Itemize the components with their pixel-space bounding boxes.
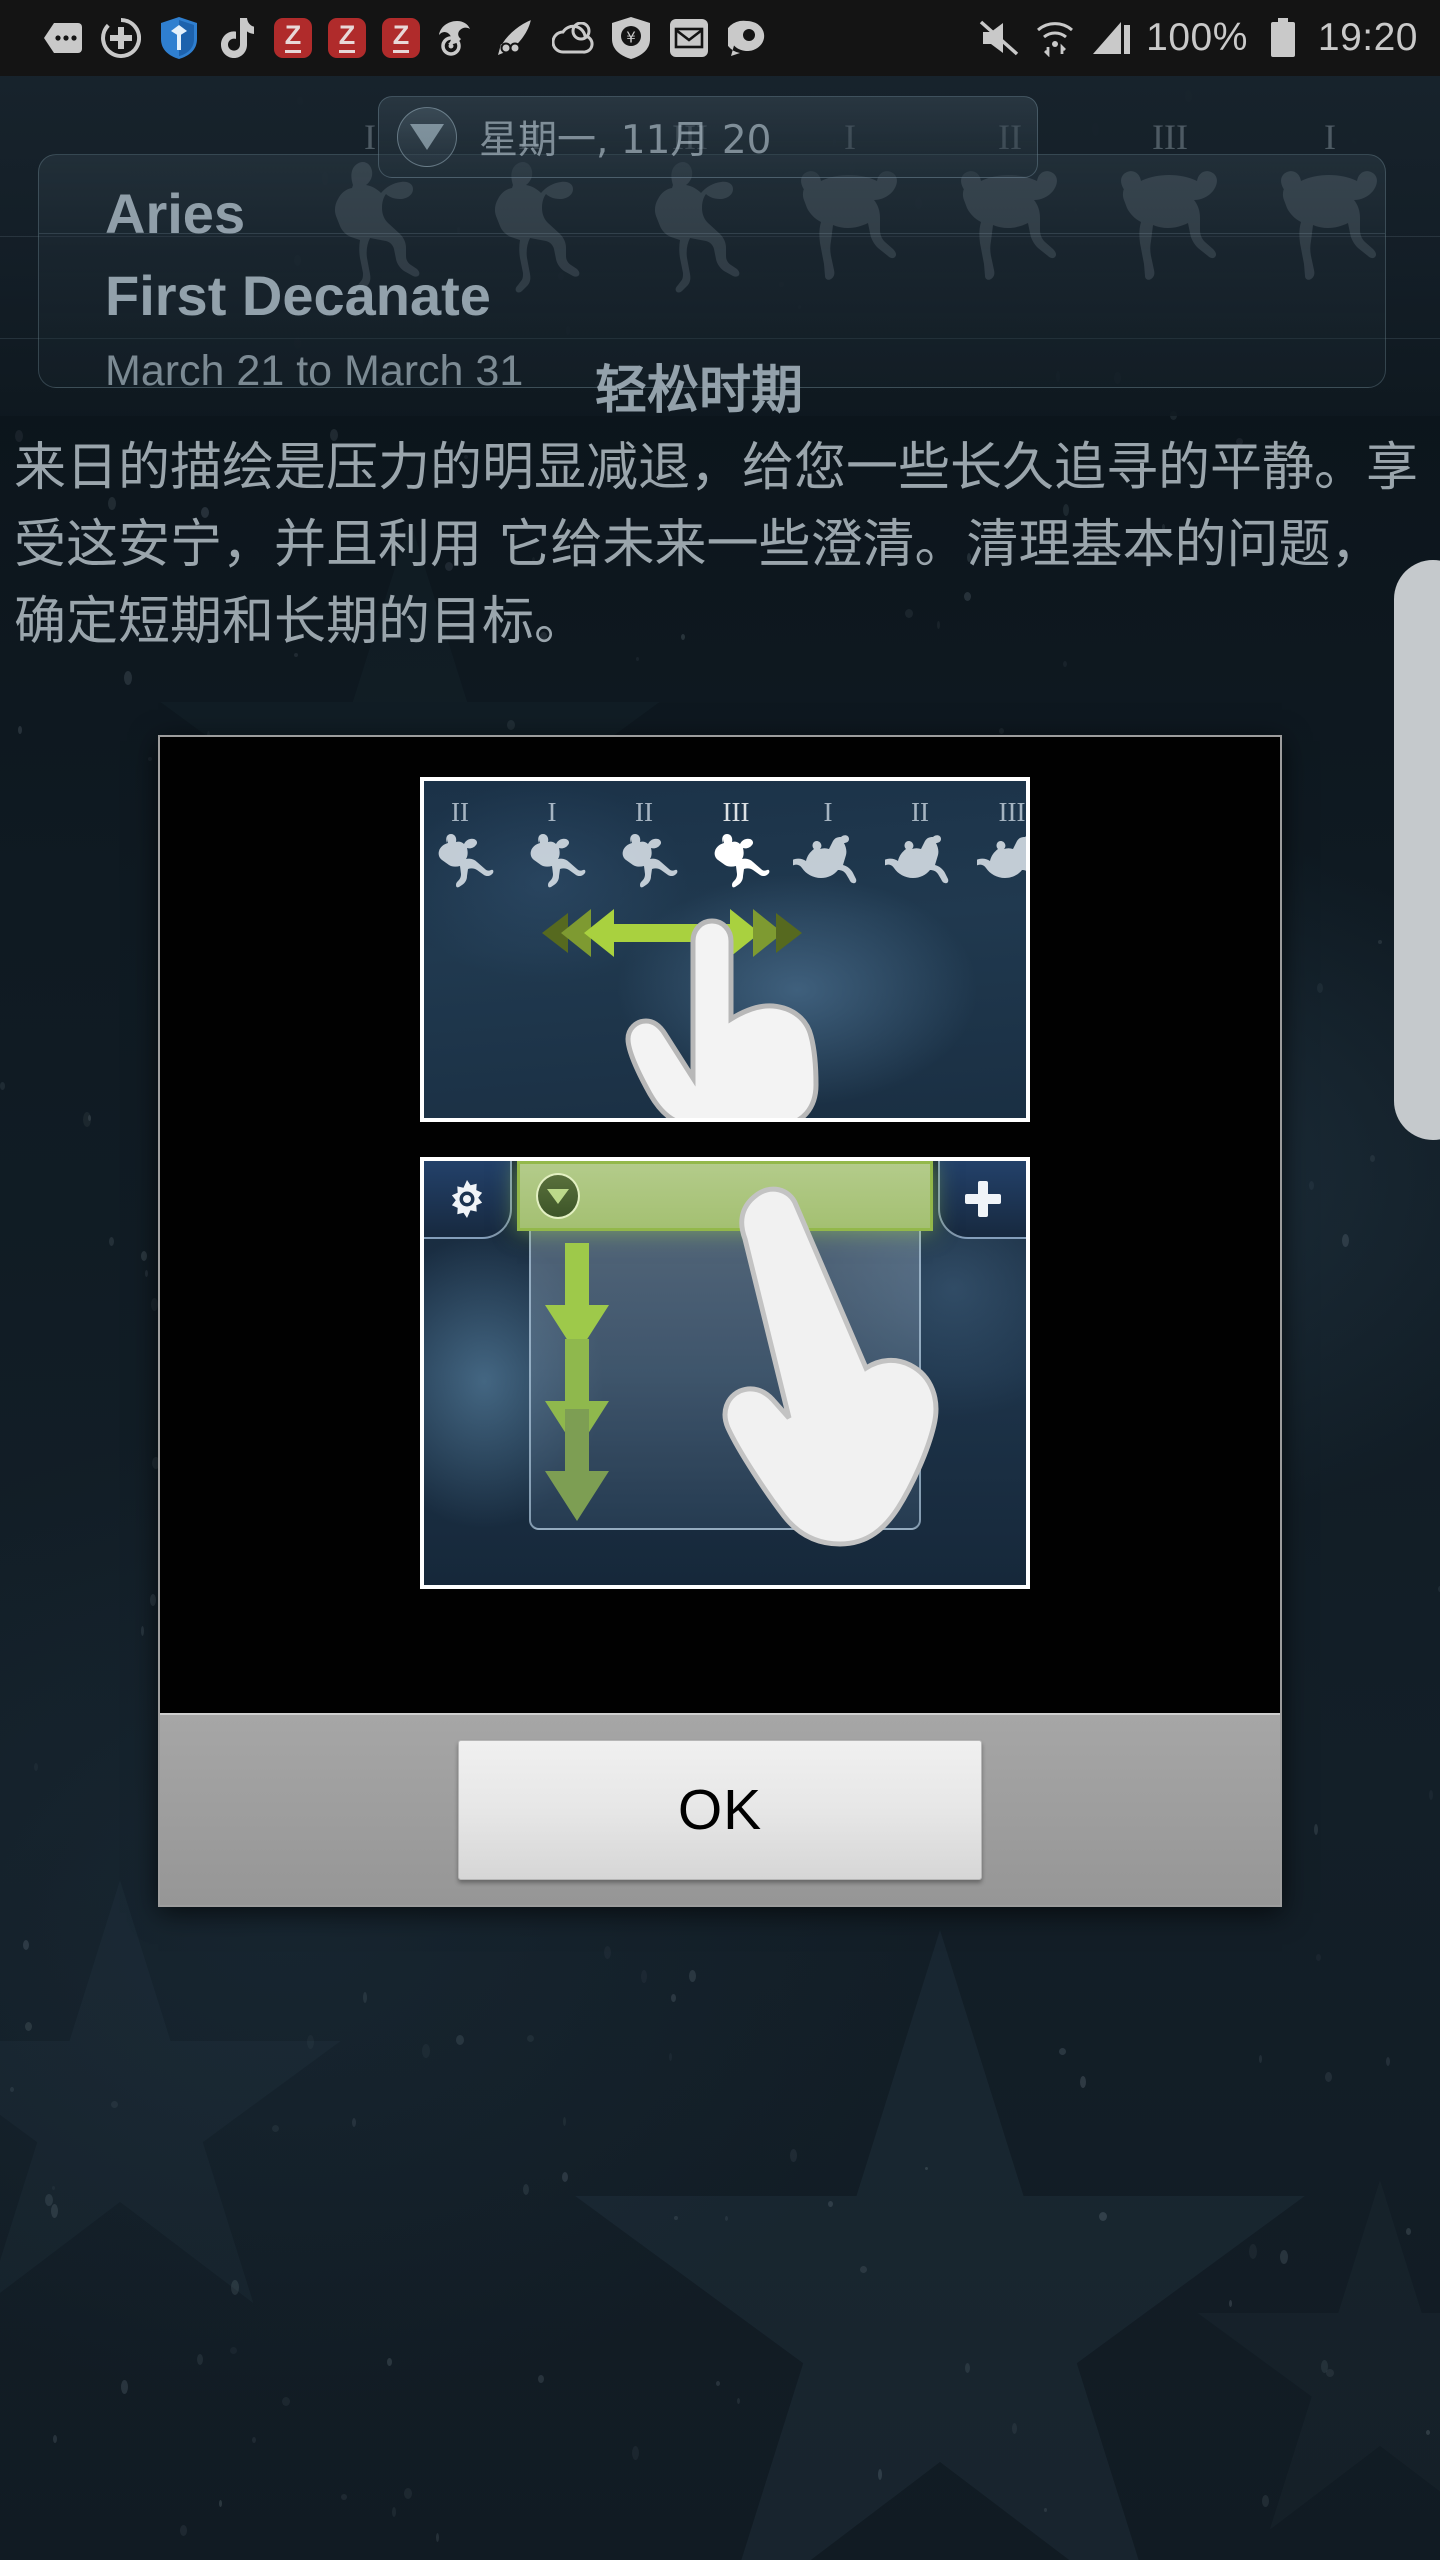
status-bar: Z Z Z ¥ 100% 19:20 <box>0 0 1440 76</box>
zhihu-badge-icon-1: Z <box>274 18 312 58</box>
status-bar-system-icons: 100% 19:20 <box>978 16 1418 60</box>
decanate-name-label: First Decanate <box>105 264 491 327</box>
tutorial-dialog: II I II III I II III OK <box>158 735 1282 1907</box>
zhihu-badge-icon-3: Z <box>382 18 420 58</box>
plus-circle-icon <box>100 16 142 60</box>
chevron-down-icon[interactable] <box>536 1173 580 1219</box>
tutorial-zodiac-cell: III <box>958 797 1026 904</box>
tiktok-icon <box>216 16 258 60</box>
period-tag-label: 轻松时期 <box>595 361 804 421</box>
tutorial-dialog-body: II I II III I II III <box>160 737 1280 1713</box>
arrow-down-icon <box>545 1409 609 1521</box>
mail-envelope-icon <box>668 16 710 60</box>
phone-screen: Z Z Z ¥ 100% 19:20 I III I Aries First D… <box>0 0 1440 2560</box>
decanate-numeral-label: III <box>998 797 1026 827</box>
mute-volume-off-icon <box>978 16 1020 60</box>
clock-label: 19:20 <box>1317 16 1418 59</box>
status-bar-notification-icons: Z Z Z ¥ <box>42 16 978 60</box>
wifi-icon <box>1034 16 1076 60</box>
tutorial-dialog-footer: OK <box>160 1713 1280 1905</box>
chat-bubble-icon <box>726 16 768 60</box>
shield-security-icon <box>158 16 200 60</box>
battery-full-icon <box>1262 16 1304 60</box>
pointing-hand-icon <box>722 1186 939 1547</box>
alipay-shield-icon: ¥ <box>610 16 652 60</box>
ok-button[interactable]: OK <box>458 1740 982 1880</box>
swipe-horizontal-tutorial-image: II I II III I II III <box>420 777 1030 1122</box>
weather-cloud-icon <box>552 16 594 60</box>
uc-browser-icon <box>436 16 478 60</box>
chevron-down-icon[interactable] <box>397 107 457 167</box>
date-selector-bar[interactable]: 星期一, 11月 20 <box>378 96 1038 178</box>
svg-text:¥: ¥ <box>626 29 636 47</box>
background-star-small <box>1197 2180 1440 2530</box>
date-label: 星期一, 11月 20 <box>479 118 772 163</box>
horoscope-body-text: 来日的描绘是压力的明显减退，给您一些长久追寻的平静。享受这安宁，并且利用 它给未… <box>14 438 1419 652</box>
battery-percent-label: 100% <box>1146 16 1248 59</box>
background-star-large <box>575 1930 1305 2560</box>
date-range-label: March 21 to March 31 <box>105 347 524 395</box>
zhihu-badge-icon-2: Z <box>328 18 366 58</box>
pull-down-tutorial-image <box>420 1157 1030 1589</box>
cellular-signal-icon <box>1090 16 1132 60</box>
arrow-left-icon <box>584 909 614 957</box>
zodiac-glyph-icon <box>958 829 1026 904</box>
sms-messages-icon <box>42 16 84 60</box>
plus-icon <box>938 1161 1026 1239</box>
gear-icon <box>424 1161 512 1239</box>
pointing-hand-icon <box>625 918 819 1118</box>
sign-name-label: Aries <box>105 182 246 245</box>
background-star-medium <box>0 1880 341 2304</box>
feather-face-icon <box>494 16 536 60</box>
